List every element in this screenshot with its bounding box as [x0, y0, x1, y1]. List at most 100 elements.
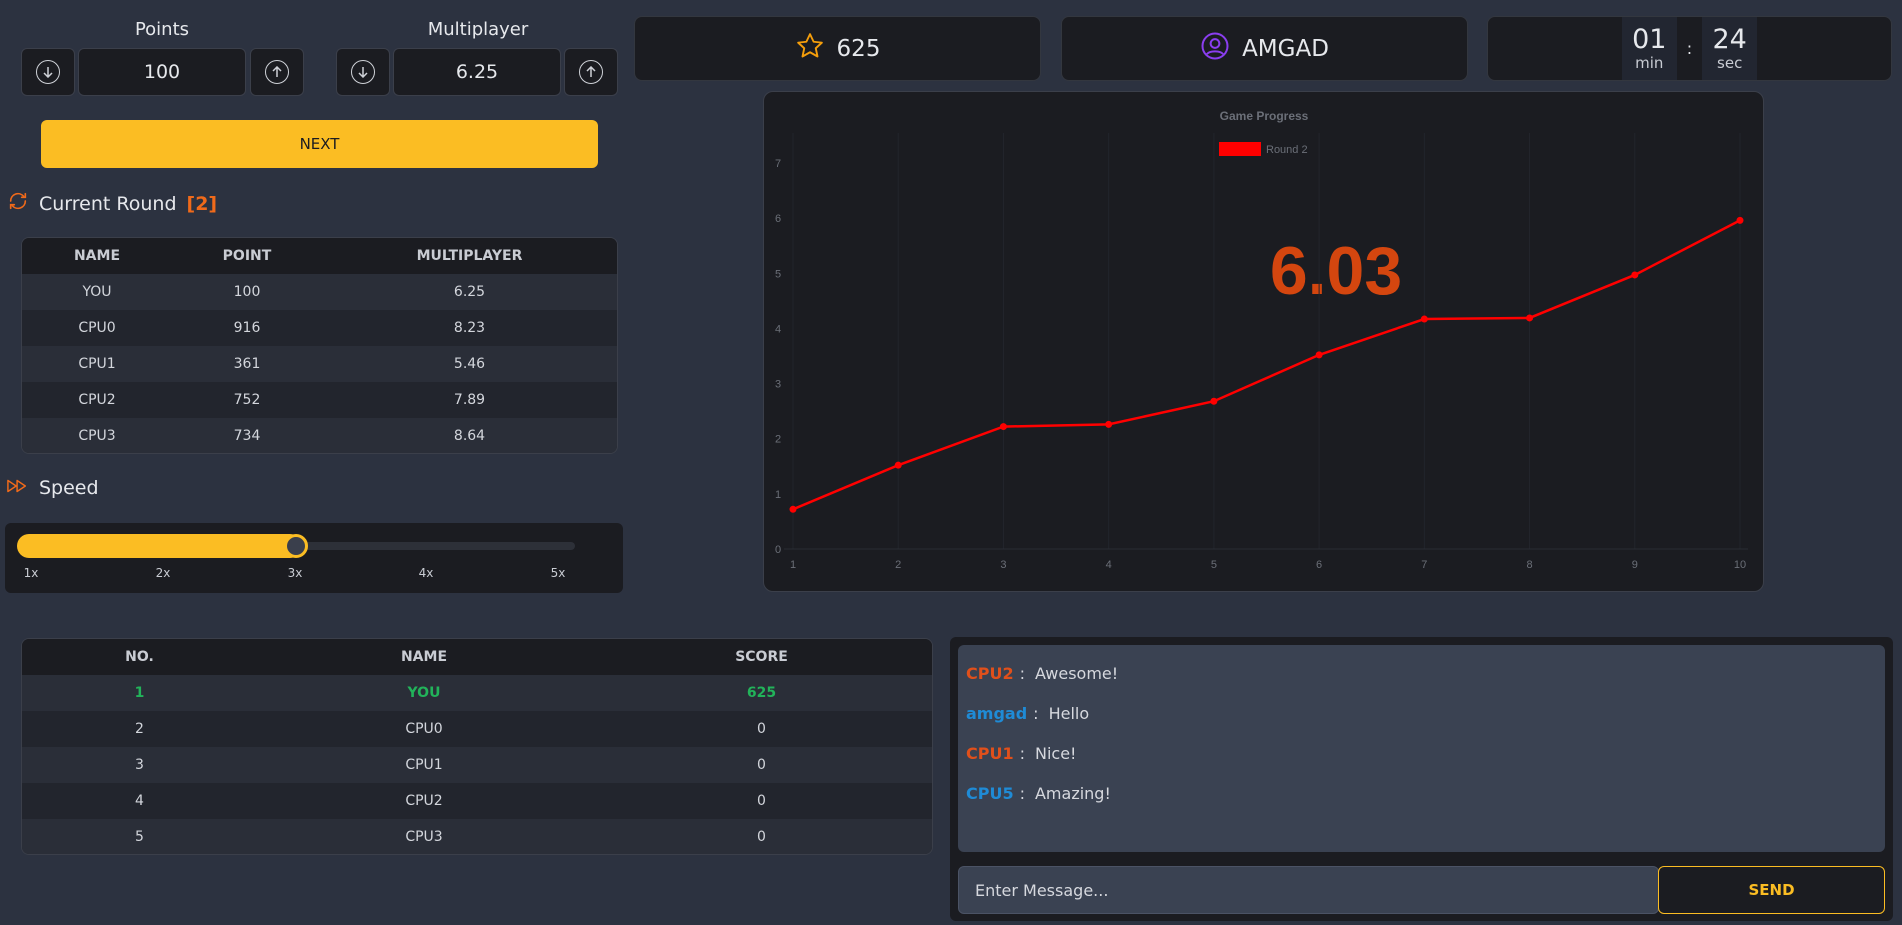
data-point: [1631, 271, 1639, 279]
table-cell: 5: [22, 819, 257, 854]
table-row: 1 YOU 625: [22, 675, 932, 711]
timer-minutes-value: 01: [1632, 23, 1667, 55]
x-tick-label: 5: [1211, 559, 1217, 571]
speed-tick: 4x: [418, 566, 434, 580]
y-tick-label: 5: [775, 268, 781, 280]
leaderboard-table: NO. NAME SCORE 1 YOU 625 2 CPU0 0 3 CPU1…: [21, 638, 933, 855]
chat-panel: CPU2 : Awesome! amgad : Hello CPU1 : Nic…: [950, 637, 1893, 921]
leaderboard-header-no: NO.: [22, 639, 257, 675]
current-round-number: [2]: [186, 192, 218, 215]
score-value: 625: [836, 35, 881, 62]
chat-separator: :: [1019, 783, 1025, 803]
timer-separator: :: [1686, 39, 1693, 58]
table-cell: 734: [172, 418, 322, 453]
chart-title: Game Progress: [1220, 109, 1309, 123]
table-cell: 2: [22, 711, 257, 747]
points-decrease-button[interactable]: [21, 48, 75, 96]
table-cell: 1: [22, 675, 257, 711]
table-row: 3 CPU1 0: [22, 747, 932, 783]
send-button[interactable]: SEND: [1658, 866, 1885, 914]
user-card: AMGAD: [1061, 16, 1468, 81]
y-tick-label: 4: [775, 323, 781, 335]
chat-text: Hello: [1048, 703, 1090, 723]
speed-tick: 1x: [23, 566, 39, 580]
points-value[interactable]: 100: [78, 48, 246, 96]
table-row: YOU 100 6.25: [22, 274, 617, 310]
table-cell: CPU3: [22, 418, 172, 453]
current-round-title: Current Round: [39, 192, 177, 215]
chat-text: Nice!: [1034, 743, 1077, 763]
timer-seconds-value: 24: [1712, 23, 1747, 55]
chat-separator: :: [1019, 743, 1025, 763]
x-tick-label: 10: [1734, 559, 1746, 571]
table-row: CPU2 752 7.89: [22, 382, 617, 418]
multiplier-overlay: 6.03: [1270, 233, 1402, 309]
timer-seconds: 24 sec: [1702, 17, 1758, 80]
speed-slider[interactable]: 1x 2x 3x 4x 5x: [5, 523, 623, 593]
y-tick-label: 0: [775, 544, 781, 556]
slider-fill: [17, 534, 302, 558]
score-card: 625: [634, 16, 1041, 81]
current-round-heading: Current Round [2]: [7, 190, 217, 217]
table-row: CPU1 361 5.46: [22, 346, 617, 382]
chat-separator: :: [1033, 703, 1039, 723]
chat-separator: :: [1019, 663, 1025, 683]
multiplier-increase-button[interactable]: [564, 48, 618, 96]
x-tick-label: 7: [1421, 559, 1427, 571]
y-tick-label: 7: [775, 158, 781, 170]
table-cell: 5.46: [322, 346, 617, 382]
x-tick-label: 9: [1632, 559, 1638, 571]
table-cell: 0: [591, 819, 932, 854]
game-progress-chart: Game Progress Round 2 6.03 0123456712345…: [763, 91, 1764, 592]
table-cell: 752: [172, 382, 322, 418]
star-icon: [795, 31, 825, 67]
points-increase-button[interactable]: [250, 48, 304, 96]
table-row: CPU0 916 8.23: [22, 310, 617, 346]
arrow-down-circle-icon: [351, 60, 375, 84]
table-cell: 8.64: [322, 418, 617, 453]
points-label: Points: [134, 19, 190, 40]
multiplier-label: Multiplayer: [427, 19, 529, 40]
round-header-name: NAME: [22, 238, 172, 274]
speed-tick: 3x: [287, 566, 303, 580]
x-tick-label: 2: [895, 559, 901, 571]
user-circle-icon: [1200, 31, 1230, 67]
timer-minutes: 01 min: [1621, 17, 1677, 80]
chat-messages[interactable]: CPU2 : Awesome! amgad : Hello CPU1 : Nic…: [958, 645, 1885, 852]
fast-forward-icon: [7, 477, 29, 499]
table-cell: 916: [172, 310, 322, 346]
table-row: 5 CPU3 0: [22, 819, 932, 854]
y-tick-label: 2: [775, 434, 781, 446]
chat-message: amgad : Hello: [966, 693, 1877, 733]
username: AMGAD: [1242, 35, 1329, 62]
data-point: [789, 505, 797, 513]
table-cell: 4: [22, 783, 257, 819]
table-row: 2 CPU0 0: [22, 711, 932, 747]
table-cell: 8.23: [322, 310, 617, 346]
speed-title: Speed: [39, 477, 99, 499]
multiplier-value[interactable]: 6.25: [393, 48, 561, 96]
table-cell: CPU1: [257, 747, 591, 783]
multiplier-decrease-button[interactable]: [336, 48, 390, 96]
chart-canvas: Game Progress Round 2 6.03 012345671 2 3 4 5…: [775, 109, 1748, 571]
table-cell: CPU2: [22, 382, 172, 418]
arrow-up-circle-icon: [579, 60, 603, 84]
chat-message: CPU2 : Awesome!: [966, 653, 1877, 693]
chat-sender: CPU2: [966, 663, 1014, 683]
table-cell: CPU0: [257, 711, 591, 747]
legend-swatch: [1219, 142, 1261, 156]
table-cell: 361: [172, 346, 322, 382]
speed-tick: 2x: [155, 566, 171, 580]
data-point: [1526, 314, 1534, 322]
leaderboard-header-score: SCORE: [591, 639, 932, 675]
table-cell: 625: [591, 675, 932, 711]
data-point: [894, 461, 902, 469]
slider-thumb[interactable]: [284, 534, 308, 558]
message-input[interactable]: [958, 866, 1659, 914]
chat-message: CPU1 : Nice!: [966, 733, 1877, 773]
next-button[interactable]: NEXT: [41, 120, 598, 168]
legend-label: Round 2: [1266, 144, 1308, 156]
table-cell: YOU: [22, 274, 172, 310]
round-table: NAME POINT MULTIPLAYER YOU 100 6.25 CPU0…: [21, 237, 618, 454]
arrow-up-circle-icon: [265, 60, 289, 84]
